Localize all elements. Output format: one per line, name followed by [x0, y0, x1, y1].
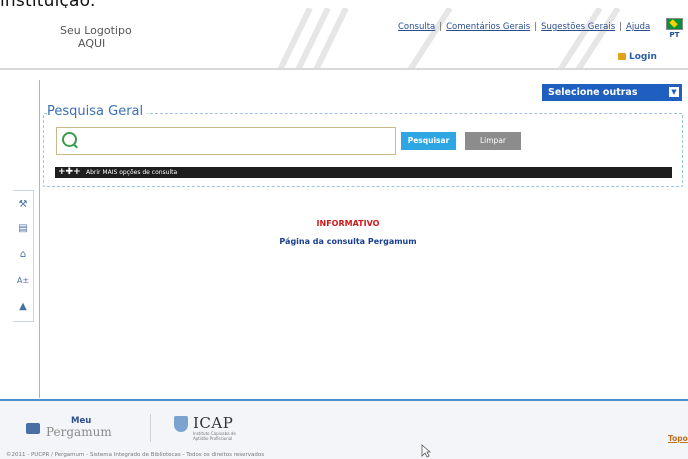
brazil-flag-icon: [666, 18, 683, 30]
more-options-label: Abrir MAIS opções de consulta: [86, 169, 178, 176]
nav-consulta[interactable]: Consulta: [398, 22, 435, 32]
search-button[interactable]: Pesquisar: [401, 132, 456, 150]
clear-button[interactable]: Limpar: [465, 132, 521, 150]
search-icon: [62, 132, 77, 147]
search-input[interactable]: [83, 132, 387, 152]
nav-ajuda[interactable]: Ajuda: [626, 22, 650, 32]
plus-icon: +✚+: [58, 167, 81, 177]
up-arrow-icon[interactable]: ▲: [17, 301, 29, 313]
font-size-icon[interactable]: A±: [17, 275, 29, 287]
more-options-bar[interactable]: +✚+ Abrir MAIS opções de consulta: [55, 167, 672, 178]
nav-separator: |: [534, 22, 538, 32]
general-search-title: Pesquisa Geral: [47, 104, 148, 119]
meu-pergamum-name: Pergamum: [46, 425, 112, 439]
logo-line1: Seu Logotipo: [60, 24, 132, 37]
select-other-searches-button[interactable]: Selecione outras Pesquisas ▼: [542, 84, 682, 115]
language-label: PT: [669, 31, 680, 39]
login-button[interactable]: Login: [618, 52, 666, 67]
mouse-cursor-icon: [421, 444, 431, 458]
header-divider: [0, 68, 688, 70]
home-icon[interactable]: ⌂: [17, 249, 29, 261]
informativo-heading: INFORMATIVO: [316, 219, 380, 228]
footer-separator: [150, 414, 151, 442]
nav-sugestoes[interactable]: Sugestões Gerais: [541, 22, 615, 32]
lock-icon: [618, 53, 626, 60]
logo-line2: AQUI: [78, 37, 106, 50]
nav-comentarios[interactable]: Comentários Gerais: [446, 22, 530, 32]
tools-icon[interactable]: ⚒: [17, 199, 29, 211]
meu-pergamum-logo-icon[interactable]: [26, 423, 40, 434]
nav-separator: |: [439, 22, 443, 32]
icap-logo-text: ICAP: [193, 414, 234, 432]
accessibility-sidebar: ⚒ ▤ ⌂ A± ▲: [13, 190, 34, 322]
top-navigation: Consulta | Comentários Gerais | Sugestões Ge…: [398, 22, 650, 32]
back-to-top-link[interactable]: Topo: [668, 434, 688, 443]
nav-separator: |: [619, 22, 622, 32]
chevron-down-icon: ▼: [669, 87, 679, 97]
consulta-description: Página da consulta Pergamum: [279, 237, 417, 246]
login-label: Login: [629, 52, 657, 62]
copyright-text: ©2011 - PUCPR / Pergamum - Sistema Integ…: [6, 452, 265, 458]
icap-subtitle: Instituto Capixaba de Aptidão Profission…: [193, 431, 236, 441]
select-other-searches-label: Selecione outras Pesquisas: [548, 87, 638, 115]
icap-logo-icon: [174, 416, 188, 432]
language-selector[interactable]: PT: [666, 18, 683, 40]
search-box[interactable]: [56, 127, 396, 155]
